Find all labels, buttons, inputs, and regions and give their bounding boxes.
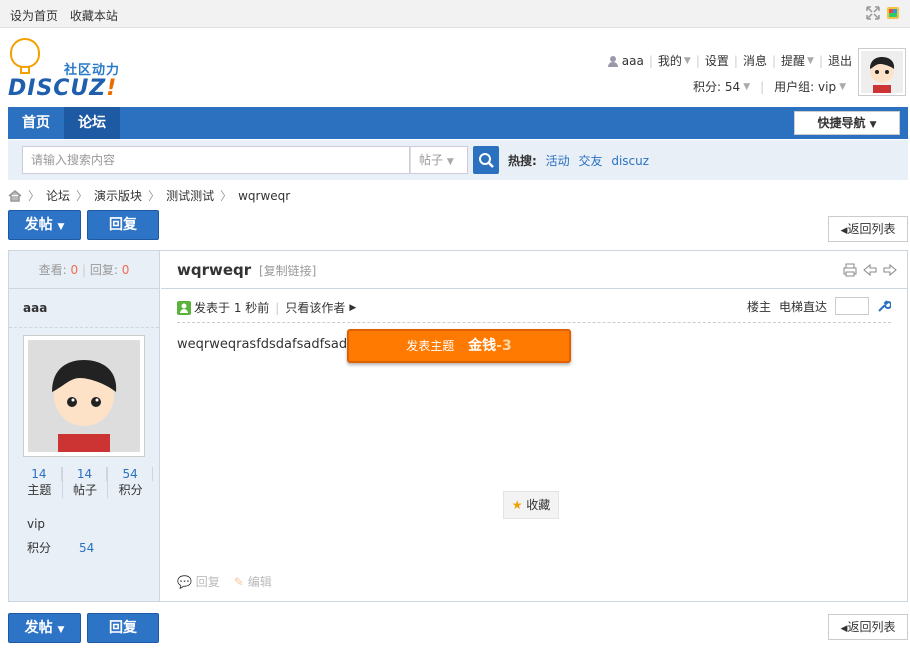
nav-home[interactable]: 首页	[8, 107, 64, 139]
title-row: wqrweqr [复制链接]	[161, 251, 907, 289]
new-post-button[interactable]: 发帖 ▼	[8, 210, 81, 240]
site-logo[interactable]: 社区动力 DISCUZ!	[8, 38, 148, 102]
chevron-down-icon: ▼	[446, 157, 454, 167]
stat-threads[interactable]: 14 主题	[17, 467, 63, 498]
copy-link[interactable]: [复制链接]	[259, 264, 316, 278]
author-stats: 14 主题 14 帖子 54 积分	[17, 467, 154, 498]
caret-down-icon: ▼	[869, 120, 877, 130]
author-name[interactable]: aaa	[9, 289, 159, 328]
reminders-menu[interactable]: 提醒	[781, 52, 805, 69]
user-bar: aaa | 我的 ▼ | 设置 | 消息 | 提醒 ▼ | 退出	[607, 52, 852, 69]
stat-posts[interactable]: 14 帖子	[63, 467, 109, 498]
reply-action[interactable]: 💬 回复	[177, 573, 220, 590]
print-icon[interactable]	[843, 263, 857, 277]
messages-link[interactable]: 消息	[743, 52, 767, 69]
hot-label: 热搜:	[508, 154, 537, 168]
stat-points[interactable]: 54 积分	[108, 467, 154, 498]
previous-thread-icon[interactable]	[863, 263, 877, 277]
back-to-list-button-bottom[interactable]: ◀返回列表	[828, 614, 908, 640]
reply-button[interactable]: 回复	[87, 210, 159, 240]
set-home-link[interactable]: 设为首页	[10, 9, 58, 23]
reply-button-bottom[interactable]: 回复	[87, 613, 159, 643]
theme-icon[interactable]	[886, 6, 900, 20]
points-row: 积分 54	[27, 541, 95, 555]
points-menu[interactable]: 积分: 54	[693, 78, 740, 95]
thread-title: wqrweqr	[177, 261, 252, 279]
post-container: 查看: 0 | 回复: 0 aaa 14 主题 14 帖子 54 积分 vip 积分 5…	[8, 250, 908, 602]
quick-nav-button[interactable]: 快捷导航 ▼	[794, 111, 900, 135]
chevron-down-icon: ▼	[807, 55, 814, 66]
new-post-button-bottom[interactable]: 发帖 ▼	[8, 613, 81, 643]
home-icon[interactable]	[8, 189, 22, 202]
username-link[interactable]: aaa	[622, 54, 644, 68]
breadcrumb-item[interactable]: 论坛	[46, 187, 70, 204]
hot-word[interactable]: 活动	[546, 154, 570, 168]
floor-label: 楼主	[746, 299, 771, 314]
avatar[interactable]	[858, 48, 906, 96]
post-main: wqrweqr [复制链接] 发表于 1 秒前 | 只看该作者 ▶ 楼主 电梯直…	[161, 251, 907, 601]
user-bar-2: 积分: 54 ▼ | 用户组: vip ▼	[693, 78, 846, 95]
chevron-down-icon: ▼	[683, 55, 691, 66]
breadcrumb-item[interactable]: wqrweqr	[238, 189, 290, 203]
breadcrumb-item[interactable]: 测试测试	[166, 187, 214, 204]
jump-label: 电梯直达	[778, 299, 827, 314]
edit-action[interactable]: ✎ 编辑	[234, 573, 272, 590]
pencil-icon: ✎	[233, 575, 244, 589]
favorite-button[interactable]: ★ 收藏	[503, 491, 559, 519]
hot-word[interactable]: 交友	[578, 154, 602, 168]
caret-down-icon: ▼	[57, 625, 65, 635]
breadcrumb: 〉论坛 〉演示版块 〉测试测试 〉 wqrweqr	[8, 187, 290, 204]
fullscreen-icon[interactable]	[866, 6, 880, 20]
only-author-link[interactable]: 只看该作者	[285, 299, 345, 316]
bulb-icon	[10, 38, 40, 68]
logout-link[interactable]: 退出	[828, 52, 852, 69]
author-avatar[interactable]	[23, 335, 145, 457]
bookmark-link[interactable]: 收藏本站	[70, 9, 118, 23]
search-input[interactable]: 请输入搜索内容	[22, 146, 410, 174]
user-icon	[607, 55, 618, 67]
author-sidebar: 查看: 0 | 回复: 0 aaa 14 主题 14 帖子 54 积分 vip 积分 5…	[9, 251, 160, 601]
main-nav: 首页 论坛 快捷导航 ▼	[8, 107, 908, 139]
top-bar: 设为首页 收藏本站	[0, 0, 910, 28]
search-icon	[479, 153, 494, 168]
chevron-down-icon: ▼	[839, 81, 846, 92]
avatar-image	[28, 340, 140, 452]
my-menu[interactable]: 我的	[658, 52, 682, 69]
search-type-select[interactable]: 帖子 ▼	[410, 146, 468, 174]
post-meta: 发表于 1 秒前 | 只看该作者 ▶ 楼主 电梯直达	[177, 297, 891, 323]
logo-word: DISCUZ!	[8, 76, 118, 101]
triangle-right-icon: ▶	[349, 302, 357, 313]
search-bar: 请输入搜索内容 帖子 ▼ 热搜: 活动 交友 discuz	[8, 140, 908, 180]
avatar-image	[861, 51, 903, 93]
star-icon: ★	[511, 498, 523, 512]
caret-down-icon: ▼	[57, 222, 65, 232]
post-time: 发表于 1 秒前	[194, 301, 270, 315]
next-thread-icon[interactable]	[883, 263, 897, 277]
breadcrumb-item[interactable]: 演示版块	[94, 187, 142, 204]
post-actions: 💬 回复 ✎ 编辑	[177, 573, 272, 590]
wrench-icon[interactable]	[877, 299, 891, 313]
search-button[interactable]	[473, 146, 499, 174]
floor-jump-input[interactable]	[835, 297, 869, 315]
chevron-down-icon: ▼	[743, 81, 751, 92]
nav-forum[interactable]: 论坛	[64, 107, 120, 139]
reply-icon: 💬	[177, 575, 192, 589]
online-status-icon	[177, 300, 191, 315]
hot-searches: 热搜: 活动 交友 discuz	[508, 152, 649, 169]
credit-toast: 发表主题 金钱-3	[347, 329, 571, 363]
back-to-list-button[interactable]: ◀返回列表	[828, 216, 908, 242]
usergroup-menu[interactable]: 用户组: vip	[774, 78, 836, 95]
thread-stats: 查看: 0 | 回复: 0	[9, 251, 159, 289]
post-content: weqrweqrasfdsdafsadfsadfsd	[177, 337, 367, 352]
user-group: vip	[27, 517, 46, 531]
settings-link[interactable]: 设置	[705, 52, 729, 69]
hot-word[interactable]: discuz	[611, 154, 649, 168]
